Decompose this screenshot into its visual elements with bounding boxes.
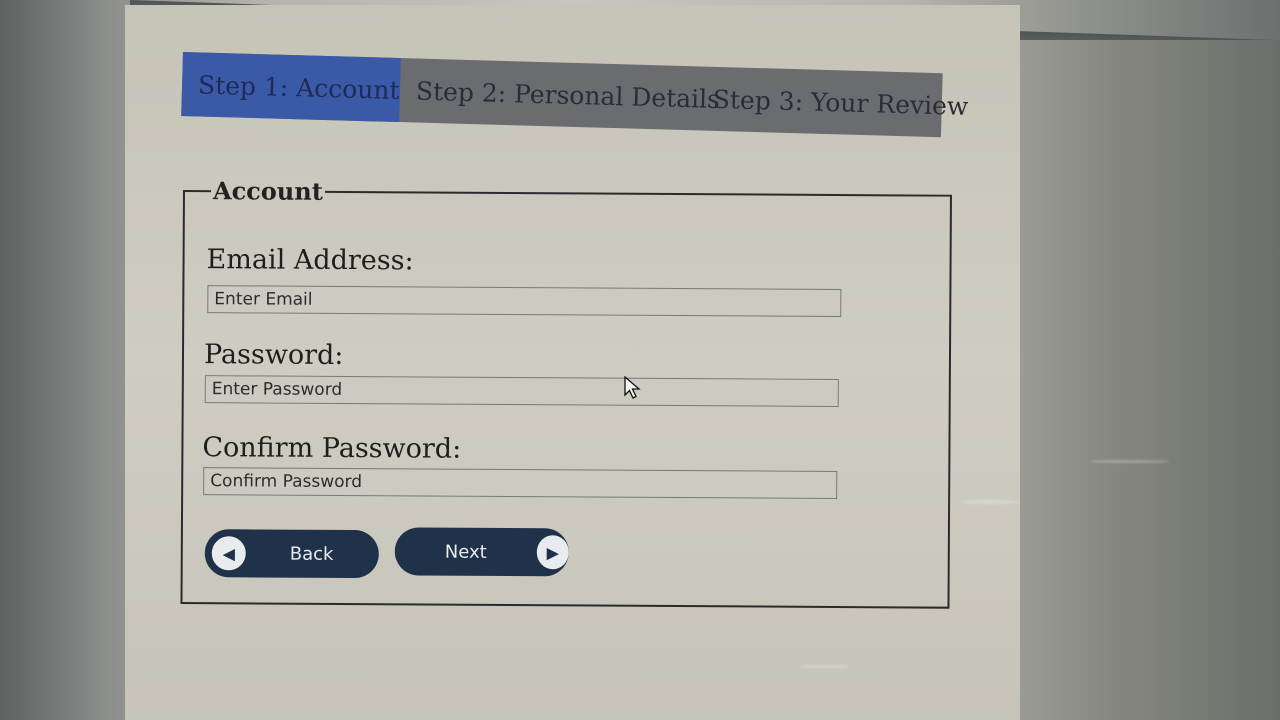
back-button-label: Back [289,543,334,565]
confirm-password-label: Confirm Password: [202,432,462,465]
next-button[interactable]: Next ▶ [394,527,569,577]
tab-step-1-account[interactable]: Step 1: Account [181,52,401,123]
confirm-password-field[interactable] [203,467,838,500]
tab-step-3-your-review[interactable]: Step 3: Your Review [694,66,985,138]
screen-glare [960,500,1020,504]
screen-glare [800,665,850,668]
arrow-right-icon: ▶ [536,535,569,570]
tab-step-2-personal-details[interactable]: Step 2: Personal Details [399,58,721,130]
next-button-label: Next [444,541,487,563]
account-fieldset: Account Email Address: Password: Confirm… [180,176,952,609]
email-label: Email Address: [206,244,414,277]
arrow-left-icon: ◀ [211,536,246,571]
email-field[interactable] [207,285,842,318]
mouse-cursor-icon [624,376,641,399]
password-label: Password: [203,339,344,371]
screen-glare [1090,460,1170,463]
back-button[interactable]: ◀ Back [204,529,379,579]
screen-right-area [1010,40,1280,720]
fieldset-legend: Account [210,176,325,206]
password-field[interactable] [204,375,839,408]
